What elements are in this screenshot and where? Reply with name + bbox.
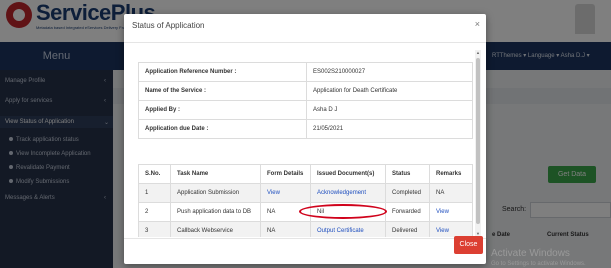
table-header-row: S.No. Task Name Form Details Issued Docu… (138, 164, 473, 184)
info-row: Name of the Service : Application for De… (138, 81, 473, 101)
column-header-task: Task Name (170, 164, 261, 184)
cell-status: Completed (385, 183, 430, 203)
modal-scrollbar[interactable]: ▲ ▼ (475, 50, 481, 237)
divider (124, 42, 486, 43)
application-info-table: Application Reference Number : ES002S210… (138, 62, 473, 139)
cell-sno: 2 (138, 202, 171, 222)
applied-by-value: Asha D J (306, 100, 473, 120)
modal-body[interactable]: Application Reference Number : ES002S210… (132, 50, 474, 237)
table-row: 3 Callback Webservice NA Output Certific… (138, 221, 473, 237)
modal-title: Status of Application (132, 21, 205, 30)
status-modal: Status of Application × Application Refe… (124, 14, 486, 264)
close-button[interactable]: Close (454, 236, 483, 254)
due-date-label: Application due Date : (138, 119, 307, 139)
cell-sno: 1 (138, 183, 171, 203)
red-highlight-annotation (299, 204, 387, 219)
column-header-status: Status (385, 164, 430, 184)
ref-number-label: Application Reference Number : (138, 62, 307, 82)
divider (124, 238, 486, 239)
cell-status: Delivered (385, 221, 430, 237)
cell-status: Forwarded (385, 202, 430, 222)
close-icon[interactable]: × (475, 19, 480, 29)
info-row: Application due Date : 21/05/2021 (138, 119, 473, 139)
scrollbar-thumb[interactable] (476, 58, 480, 224)
scroll-up-icon[interactable]: ▲ (475, 50, 481, 56)
cell-remarks: NA (429, 183, 473, 203)
cell-form: NA (260, 221, 311, 237)
column-header-remarks: Remarks (429, 164, 473, 184)
view-form-link[interactable]: View (267, 190, 280, 196)
acknowledgement-link[interactable]: Acknowledgement (317, 190, 366, 196)
view-remarks-link[interactable]: View (436, 228, 449, 234)
service-name-label: Name of the Service : (138, 81, 307, 101)
service-name-value: Application for Death Certificate (306, 81, 473, 101)
column-header-sno: S.No. (138, 164, 171, 184)
info-row: Application Reference Number : ES002S210… (138, 62, 473, 82)
cell-sno: 3 (138, 221, 171, 237)
task-status-table: S.No. Task Name Form Details Issued Docu… (138, 164, 473, 237)
column-header-docs: Issued Document(s) (310, 164, 386, 184)
cell-task: Push application data to DB (170, 202, 261, 222)
info-row: Applied By : Asha D J (138, 100, 473, 120)
cell-task: Application Submission (170, 183, 261, 203)
activate-windows-subtitle: Go to Settings to activate Windows. (491, 261, 586, 267)
column-header-form: Form Details (260, 164, 311, 184)
cell-task: Callback Webservice (170, 221, 261, 237)
due-date-value: 21/05/2021 (306, 119, 473, 139)
ref-number-value: ES002S210000027 (306, 62, 473, 82)
activate-windows-title: Activate Windows (491, 248, 570, 259)
view-remarks-link[interactable]: View (436, 209, 449, 215)
applied-by-label: Applied By : (138, 100, 307, 120)
table-row: 1 Application Submission View Acknowledg… (138, 183, 473, 203)
output-certificate-link[interactable]: Output Certificate (317, 228, 364, 234)
